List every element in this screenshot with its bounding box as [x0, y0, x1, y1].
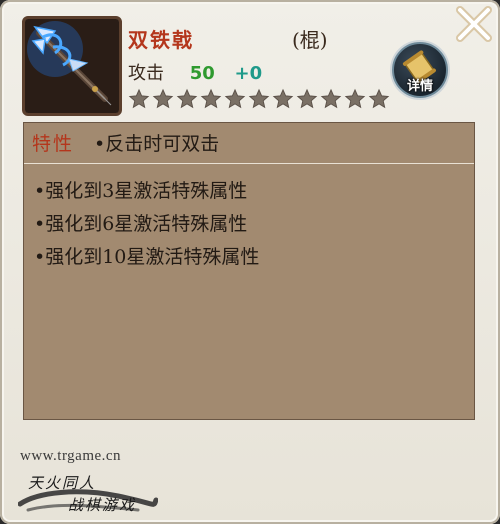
attack-label: 攻击: [128, 63, 164, 84]
close-x-icon: [456, 6, 492, 42]
enhancement-item: •强化到10星激活特殊属性: [34, 246, 260, 268]
detail-label: 详情: [406, 79, 433, 94]
item-name: 双铁戟: [128, 28, 194, 52]
halberd-icon: [25, 19, 119, 113]
star-icon: [128, 88, 150, 109]
website-watermark: www.trgame.cn: [20, 448, 122, 464]
star-icon: [296, 88, 318, 109]
star-icon: [224, 88, 246, 109]
weapon-icon: [22, 16, 122, 116]
game-logo: 天火同人 战棋游戏: [18, 472, 188, 520]
enhancement-item: •强化到6星激活特殊属性: [34, 213, 248, 235]
detail-button[interactable]: 详情: [392, 42, 448, 98]
trait-row: 特性 •反击时可双击: [24, 123, 474, 164]
attack-bonus: +0: [234, 63, 263, 84]
item-type: (棍): [292, 28, 328, 52]
attack-stat: 攻击 50 +0: [128, 59, 262, 85]
star-rating: [128, 88, 390, 110]
star-icon: [320, 88, 342, 109]
enhancement-item: •强化到3星激活特殊属性: [34, 180, 248, 202]
item-detail-panel: 双铁戟 (棍) 攻击 50 +0 详情 特性 •反击时可双击 •强化到3星激活特…: [0, 0, 500, 524]
star-icon: [368, 88, 390, 109]
attributes-box: 特性 •反击时可双击 •强化到3星激活特殊属性 •强化到6星激活特殊属性 •强化…: [23, 122, 475, 420]
close-button[interactable]: [452, 2, 496, 46]
trait-text: •反击时可双击: [94, 133, 220, 155]
enhancement-list: •强化到3星激活特殊属性 •强化到6星激活特殊属性 •强化到10星激活特殊属性: [34, 175, 259, 274]
star-icon: [152, 88, 174, 109]
star-icon: [272, 88, 294, 109]
star-icon: [200, 88, 222, 109]
trait-label: 特性: [32, 133, 75, 155]
attack-value: 50: [189, 63, 215, 84]
star-icon: [344, 88, 366, 109]
logo-text-2: 战棋游戏: [68, 496, 137, 514]
star-icon: [176, 88, 198, 109]
logo-text-1: 天火同人: [28, 474, 97, 492]
star-icon: [248, 88, 270, 109]
